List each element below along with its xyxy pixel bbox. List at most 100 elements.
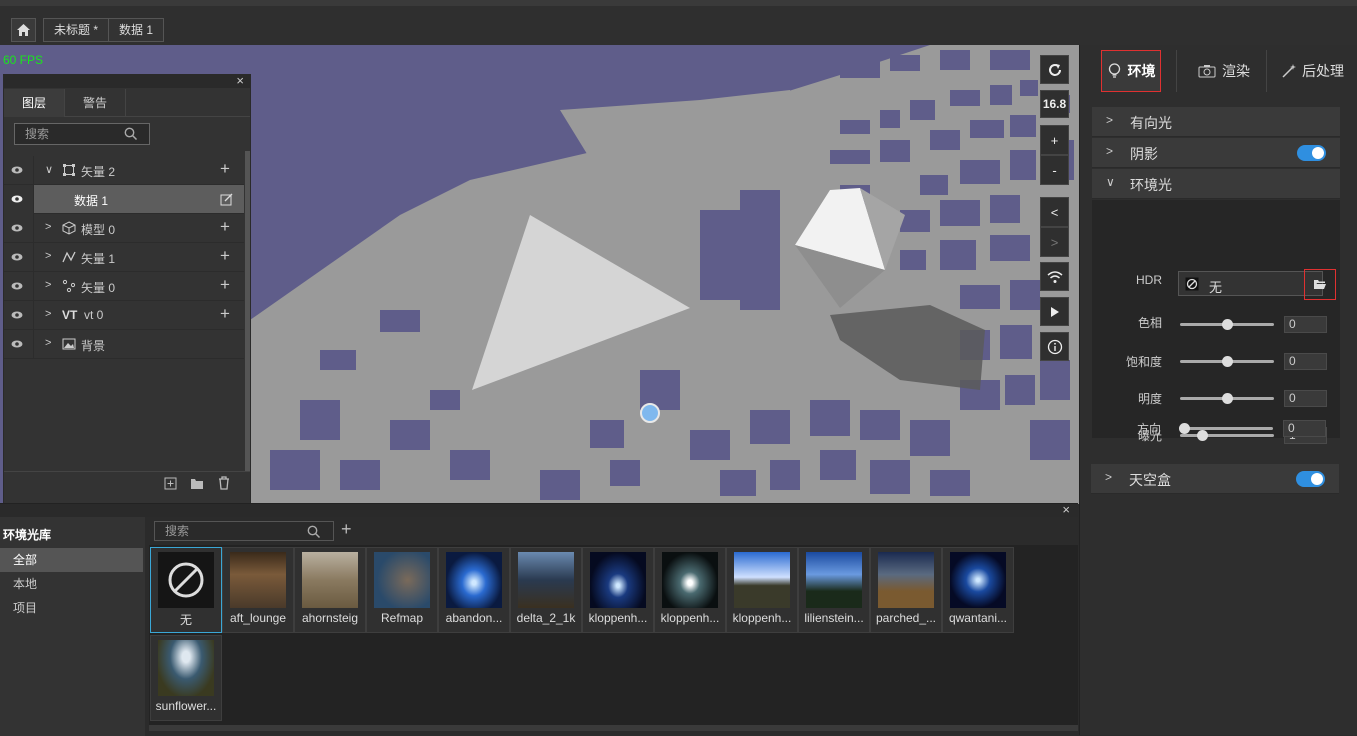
edit-icon[interactable]: [220, 193, 233, 206]
shadow-toggle[interactable]: [1297, 145, 1326, 161]
layer-row-data1[interactable]: 数据 1: [4, 185, 244, 214]
hdr-item[interactable]: parched_...: [870, 547, 942, 633]
hdr-browse-button[interactable]: [1304, 269, 1336, 300]
saturation-slider[interactable]: [1180, 356, 1274, 367]
prev-view-button[interactable]: <: [1040, 197, 1069, 227]
tab-render-label: 渲染: [1222, 63, 1250, 79]
layer-row-vector0[interactable]: > 矢量 0 +: [4, 272, 244, 301]
tab-render[interactable]: 渲染: [1176, 50, 1271, 92]
slider-knob[interactable]: [1179, 423, 1190, 434]
hdr-item[interactable]: kloppenh...: [726, 547, 798, 633]
slider-knob[interactable]: [1221, 393, 1233, 404]
trash-icon[interactable]: [218, 476, 230, 490]
hue-input[interactable]: 0: [1284, 316, 1327, 333]
close-icon[interactable]: ×: [236, 73, 244, 88]
category-project[interactable]: 项目: [0, 596, 143, 620]
hdr-item[interactable]: Refmap: [366, 547, 438, 633]
layer-row-vector1[interactable]: > 矢量 1 +: [4, 243, 244, 272]
category-all[interactable]: 全部: [0, 548, 143, 572]
layer-row-vt0[interactable]: > VT vt 0 +: [4, 301, 244, 330]
signal-icon: [1047, 270, 1062, 283]
next-view-button[interactable]: >: [1040, 227, 1069, 257]
skybox-toggle[interactable]: [1296, 471, 1325, 487]
chevron-right-icon[interactable]: >: [45, 221, 51, 233]
library-scrollbar[interactable]: [149, 725, 1078, 731]
layer-row-background[interactable]: > 背景: [4, 330, 244, 359]
eye-icon[interactable]: [11, 310, 23, 320]
slider-knob[interactable]: [1221, 319, 1233, 330]
tab-layers[interactable]: 图层: [4, 89, 64, 117]
hdr-item-none[interactable]: 无: [150, 547, 222, 633]
signal-button[interactable]: [1040, 262, 1069, 291]
eye-icon[interactable]: [11, 281, 23, 291]
hdr-value: 无: [1209, 280, 1223, 295]
hue-slider[interactable]: [1180, 319, 1274, 330]
hdr-item[interactable]: qwantani...: [942, 547, 1014, 633]
hdr-item[interactable]: sunflower...: [150, 635, 222, 721]
section-ambient-light[interactable]: ∨ 环境光: [1092, 169, 1340, 199]
play-button[interactable]: [1040, 297, 1069, 326]
folder-icon[interactable]: [190, 477, 204, 490]
slider-knob[interactable]: [1196, 430, 1208, 441]
info-button[interactable]: [1040, 332, 1069, 361]
close-icon[interactable]: ×: [1062, 502, 1070, 517]
saturation-input[interactable]: 0: [1284, 353, 1327, 370]
section-skybox[interactable]: > 天空盒: [1091, 464, 1339, 494]
section-label: 有向光: [1130, 115, 1172, 131]
eye-icon[interactable]: [11, 223, 23, 233]
direction-slider[interactable]: [1179, 423, 1273, 434]
eye-icon[interactable]: [11, 165, 23, 175]
chevron-right-icon[interactable]: >: [45, 337, 51, 349]
hdr-thumbnail: [806, 552, 862, 608]
hdr-item[interactable]: kloppenh...: [654, 547, 726, 633]
add-hdr-button[interactable]: +: [341, 519, 352, 540]
chevron-right-icon: >: [1106, 144, 1114, 158]
tab-postprocess[interactable]: 后处理: [1266, 50, 1357, 92]
breadcrumb-project[interactable]: 未标题 *: [43, 18, 110, 42]
chevron-right-icon[interactable]: >: [45, 279, 51, 291]
search-icon[interactable]: [124, 127, 138, 141]
zoom-in-button[interactable]: +: [1040, 125, 1069, 155]
category-local[interactable]: 本地: [0, 572, 143, 596]
eye-icon[interactable]: [11, 339, 23, 349]
hdr-item[interactable]: abandon...: [438, 547, 510, 633]
chevron-right-icon[interactable]: >: [45, 250, 51, 262]
eye-icon[interactable]: [11, 252, 23, 262]
hdr-item[interactable]: delta_2_1k: [510, 547, 582, 633]
slider-knob[interactable]: [1221, 356, 1233, 367]
hdr-item[interactable]: kloppenh...: [582, 547, 654, 633]
exposure-slider[interactable]: [1180, 430, 1274, 441]
refresh-button[interactable]: [1040, 55, 1069, 84]
hdr-item[interactable]: lilienstein...: [798, 547, 870, 633]
hdr-item[interactable]: aft_lounge: [222, 547, 294, 633]
add-icon[interactable]: +: [220, 159, 230, 179]
add-icon[interactable]: +: [220, 217, 230, 237]
brightness-input[interactable]: 0: [1284, 390, 1327, 407]
chevron-right-icon[interactable]: >: [45, 308, 51, 320]
image-icon: [62, 338, 76, 350]
layers-scrollbar[interactable]: [245, 151, 250, 471]
add-icon[interactable]: +: [220, 304, 230, 324]
home-button[interactable]: [11, 18, 36, 42]
eye-icon[interactable]: [11, 194, 23, 204]
section-shadow[interactable]: > 阴影: [1092, 138, 1340, 168]
top-bar: 未标题 * 数据 1: [0, 0, 1357, 45]
hdr-item[interactable]: ahornsteig: [294, 547, 366, 633]
hdr-label: HDR: [1136, 273, 1162, 287]
brightness-slider[interactable]: [1180, 393, 1274, 404]
add-icon[interactable]: +: [220, 246, 230, 266]
layer-row-model0[interactable]: > 模型 0 +: [4, 214, 244, 243]
add-layer-icon[interactable]: [164, 477, 177, 490]
search-icon[interactable]: [307, 525, 321, 539]
layer-row-vector2[interactable]: ∨ 矢量 2 +: [4, 156, 244, 185]
add-icon[interactable]: +: [220, 275, 230, 295]
zoom-out-button[interactable]: -: [1040, 155, 1069, 185]
section-directional-light[interactable]: > 有向光: [1092, 107, 1340, 137]
tab-environment[interactable]: 环境: [1101, 50, 1161, 92]
tab-warnings[interactable]: 警告: [64, 89, 126, 117]
direction-input[interactable]: 0: [1283, 420, 1326, 437]
library-header: ×: [0, 502, 1078, 517]
breadcrumb-data[interactable]: 数据 1: [108, 18, 165, 42]
hdr-select[interactable]: 无: [1178, 271, 1323, 296]
chevron-down-icon[interactable]: ∨: [45, 163, 53, 176]
